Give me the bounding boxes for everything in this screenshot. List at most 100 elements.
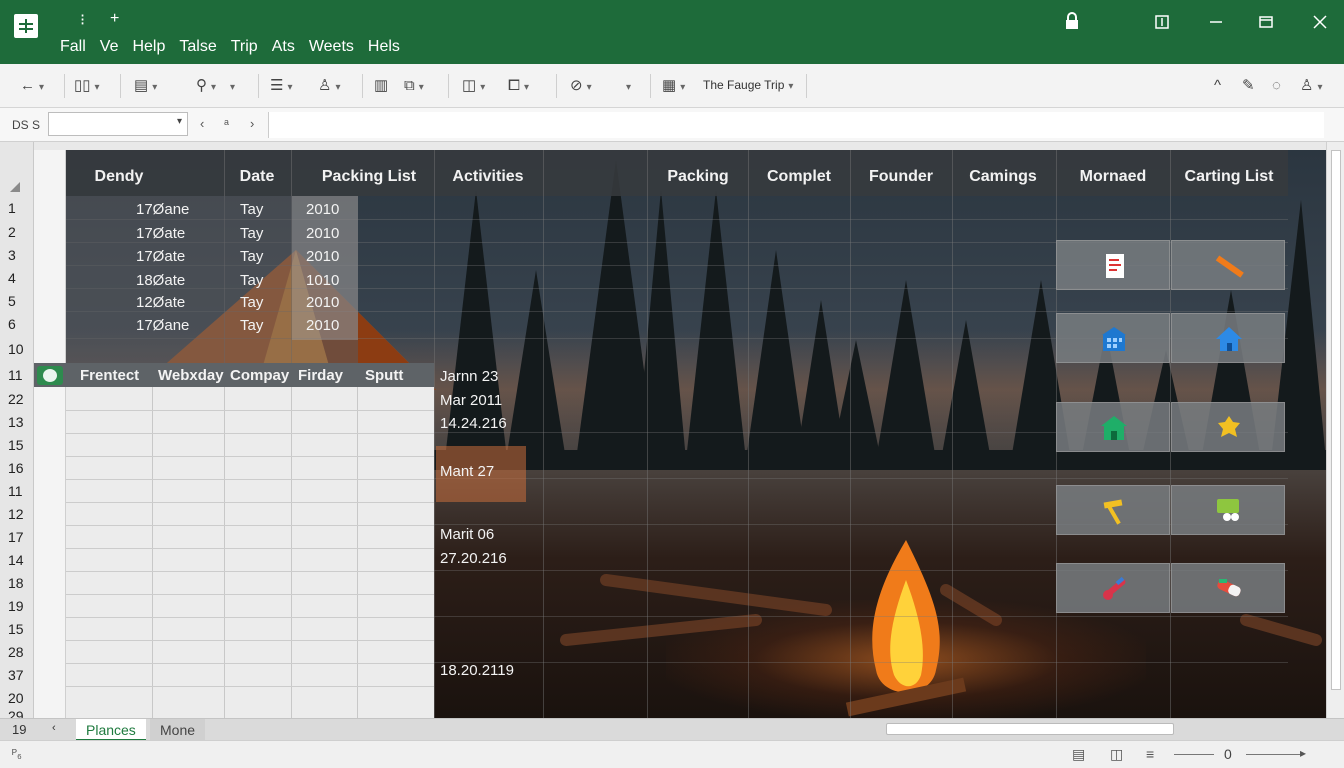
lower-col-frentect[interactable]: Frentect bbox=[80, 367, 139, 384]
lower-col-webxday[interactable]: Webxday bbox=[158, 367, 224, 384]
search-icon[interactable]: ⚲ ▾ bbox=[196, 76, 216, 96]
normal-view-icon[interactable]: ▤ bbox=[1072, 746, 1085, 763]
row-number[interactable]: 10 bbox=[0, 341, 34, 357]
row-number[interactable]: 11 bbox=[0, 367, 34, 383]
comment-icon[interactable]: ◌ bbox=[1272, 76, 1281, 96]
row-number[interactable]: 2 bbox=[0, 224, 34, 240]
row-number[interactable]: 17 bbox=[0, 529, 34, 545]
tools-tile[interactable] bbox=[1056, 485, 1170, 535]
activity-date[interactable]: 14.24.216 bbox=[440, 415, 507, 432]
supplies-tile[interactable] bbox=[1171, 563, 1285, 613]
activity-date[interactable]: 27.20.216 bbox=[440, 550, 507, 567]
close-icon[interactable] bbox=[1308, 12, 1332, 36]
cell-date[interactable]: Tay bbox=[240, 248, 263, 265]
page-view-icon[interactable]: ◫ bbox=[1110, 746, 1123, 763]
lower-table-body[interactable] bbox=[66, 387, 434, 718]
cell-dendy[interactable]: 17Øate bbox=[136, 225, 185, 242]
maximize-icon[interactable] bbox=[1254, 12, 1278, 36]
row-number[interactable]: 12 bbox=[0, 506, 34, 522]
row-number[interactable]: 6 bbox=[0, 316, 34, 332]
menu-item-fall[interactable]: Fall bbox=[60, 38, 86, 56]
share-user-icon[interactable]: ♙ ▾ bbox=[1300, 76, 1322, 96]
menu-item-ats[interactable]: Ats bbox=[272, 38, 295, 56]
edit-pen-icon[interactable]: ✎ bbox=[1242, 76, 1255, 96]
cell-date[interactable]: Tay bbox=[240, 317, 263, 334]
menu-item-trip[interactable]: Trip bbox=[231, 38, 258, 56]
nav-next-button[interactable]: › bbox=[250, 116, 254, 131]
cell-dendy[interactable]: 18Øate bbox=[136, 272, 185, 289]
col-header-founder[interactable]: Founder bbox=[850, 150, 952, 196]
cell-packing[interactable]: 2010 bbox=[306, 248, 339, 265]
zoom-slider-left[interactable] bbox=[1174, 754, 1214, 755]
cell-date[interactable]: Tay bbox=[240, 272, 263, 289]
cell-dendy[interactable]: 17Øate bbox=[136, 248, 185, 265]
col-header-date[interactable]: Date bbox=[224, 150, 290, 196]
tab-scroll-left-icon[interactable]: ‹ bbox=[52, 722, 56, 734]
row-number[interactable]: 14 bbox=[0, 552, 34, 568]
cell-packing[interactable]: 2010 bbox=[306, 317, 339, 334]
more-dropdown-icon[interactable]: ▾ bbox=[622, 76, 631, 96]
row-number[interactable]: 18 bbox=[0, 575, 34, 591]
lower-col-sputt[interactable]: Sputt bbox=[365, 367, 403, 384]
col-header-carting-list[interactable]: Carting List bbox=[1170, 150, 1288, 196]
restore-icon[interactable] bbox=[1150, 12, 1174, 36]
tools-kit-tile[interactable] bbox=[1056, 563, 1170, 613]
activity-date[interactable]: Mant 27 bbox=[440, 463, 494, 480]
cell-date[interactable]: Tay bbox=[240, 294, 263, 311]
lower-col-firday[interactable]: Firday bbox=[298, 367, 343, 384]
row-number[interactable]: 11 bbox=[0, 483, 34, 499]
name-box-dropdown-icon[interactable]: ▾ bbox=[177, 116, 182, 127]
zoom-slider-right[interactable] bbox=[1246, 754, 1302, 755]
col-header-packing[interactable]: Packing bbox=[648, 150, 748, 196]
activity-date[interactable]: 18.20.2119 bbox=[440, 662, 514, 679]
cell-packing[interactable]: 2010 bbox=[306, 201, 339, 218]
lock-icon[interactable] bbox=[1060, 12, 1084, 36]
menu-item-help[interactable]: Help bbox=[132, 38, 165, 56]
document-icon[interactable]: ◫ ▾ bbox=[462, 76, 485, 96]
page-break-icon[interactable]: ≡ bbox=[1146, 746, 1154, 762]
tab-plances[interactable]: Plances bbox=[76, 719, 146, 741]
menu-item-weets[interactable]: Weets bbox=[309, 38, 354, 56]
row-number[interactable]: 16 bbox=[0, 460, 34, 476]
nav-mid-button[interactable]: ᵃ bbox=[224, 116, 229, 131]
quick-access-add[interactable]: + bbox=[110, 10, 119, 28]
menu-item-hels[interactable]: Hels bbox=[368, 38, 400, 56]
quick-access-more[interactable]: ⁝ bbox=[80, 10, 85, 30]
cell-packing[interactable]: 1010 bbox=[306, 272, 339, 289]
chat-tile[interactable] bbox=[1171, 485, 1285, 535]
building-tile[interactable] bbox=[1056, 313, 1170, 363]
format-icon[interactable]: ⧉ ▾ bbox=[404, 76, 424, 96]
horizontal-scroll-thumb[interactable] bbox=[886, 723, 1174, 735]
minimize-icon[interactable] bbox=[1204, 12, 1228, 36]
activity-date[interactable]: Marit 06 bbox=[440, 526, 494, 543]
col-header-activities[interactable]: Activities bbox=[434, 150, 542, 196]
activity-date[interactable]: Mar 2011 bbox=[440, 392, 502, 409]
document-tile[interactable] bbox=[1056, 240, 1170, 290]
col-header-camings[interactable]: Camings bbox=[952, 150, 1054, 196]
cabin-tile[interactable] bbox=[1056, 402, 1170, 452]
lower-col-compay[interactable]: Compay bbox=[230, 367, 289, 384]
selected-cell-indicator[interactable] bbox=[37, 366, 63, 385]
row-number[interactable]: 1 bbox=[0, 200, 34, 216]
row-number[interactable]: 29 bbox=[0, 708, 34, 718]
col-header-mornaed[interactable]: Mornaed bbox=[1056, 150, 1170, 196]
col-header-dendy[interactable]: Dendy bbox=[66, 150, 172, 196]
cell-dendy[interactable]: 17Øane bbox=[136, 201, 189, 218]
row-number[interactable]: 15 bbox=[0, 621, 34, 637]
clipboard-icon[interactable]: ▯▯ ▾ bbox=[74, 76, 100, 96]
cell-dendy[interactable]: 12Øate bbox=[136, 294, 185, 311]
menu-item-ve[interactable]: Ve bbox=[100, 38, 119, 56]
row-number[interactable]: 22 bbox=[0, 391, 34, 407]
name-box[interactable]: ▾ bbox=[48, 112, 188, 136]
align-icon[interactable]: ☰ ▾ bbox=[270, 76, 292, 96]
tab-mone[interactable]: Mone bbox=[150, 719, 206, 741]
cell-packing[interactable]: 2010 bbox=[306, 225, 339, 242]
select-all-corner[interactable] bbox=[0, 150, 34, 196]
document-title[interactable]: The Fauge Trip ▾ bbox=[703, 78, 793, 92]
row-number[interactable]: 19 bbox=[0, 598, 34, 614]
cell-date[interactable]: Tay bbox=[240, 225, 263, 242]
vertical-scroll-thumb[interactable] bbox=[1331, 150, 1341, 690]
page-layout-icon[interactable]: ▤ ▾ bbox=[134, 76, 157, 96]
user-icon[interactable]: ♙ ▾ bbox=[318, 76, 340, 96]
col-header-packing-list[interactable]: Packing List bbox=[304, 150, 434, 196]
